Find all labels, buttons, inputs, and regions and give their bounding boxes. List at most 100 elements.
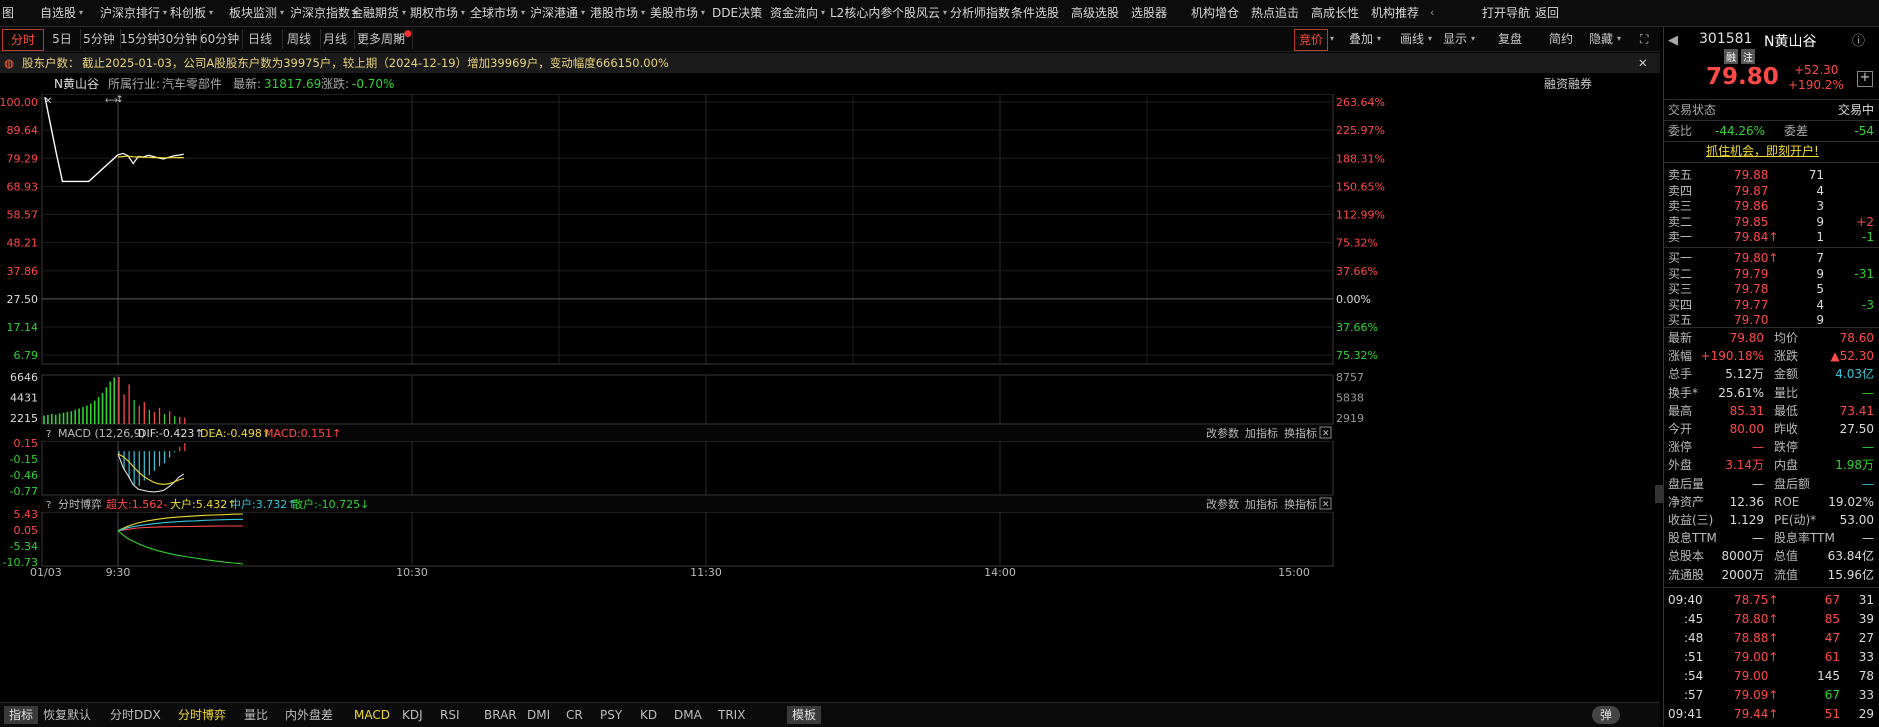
- notice-close-icon[interactable]: ✕: [1638, 53, 1648, 73]
- nav-item[interactable]: 资金流向: [770, 0, 818, 26]
- indicator-tab[interactable]: 分时DDX: [110, 706, 161, 724]
- toolbar-button[interactable]: 复盘: [1498, 29, 1522, 49]
- nav-item[interactable]: 热点追击: [1251, 0, 1299, 26]
- asks-row[interactable]: 卖一 79.84↑ 1 -1: [1664, 230, 1879, 245]
- indicator-tab[interactable]: CR: [566, 706, 583, 724]
- nav-item[interactable]: 图: [2, 0, 14, 26]
- toolbar-button[interactable]: 显示: [1443, 29, 1467, 49]
- nav-item[interactable]: 高成长性: [1311, 0, 1359, 26]
- indicator-tab[interactable]: 内外盘差: [285, 706, 333, 724]
- panel-action-button[interactable]: 改参数: [1206, 497, 1239, 511]
- indicator-tab[interactable]: DMA: [674, 706, 702, 724]
- toolbar-button[interactable]: 竞价: [1294, 29, 1329, 51]
- asks-row[interactable]: 卖三 79.86 3: [1664, 199, 1879, 214]
- indicator-tab[interactable]: KD: [640, 706, 657, 724]
- indicator-tab[interactable]: 模板: [787, 706, 822, 724]
- toolbar-button[interactable]: 叠加: [1349, 29, 1373, 49]
- indicator-tab[interactable]: MACD: [354, 706, 390, 724]
- nav-item[interactable]: DDE决策: [712, 0, 762, 26]
- indicator-tab[interactable]: RSI: [440, 706, 460, 724]
- nav-item[interactable]: 科创板: [170, 0, 206, 26]
- indicator-tab[interactable]: 分时博弈: [178, 706, 226, 724]
- nav-item[interactable]: L2核心内参: [830, 0, 892, 26]
- nav-item[interactable]: 个股风云: [892, 0, 940, 26]
- nav-item[interactable]: 选股器: [1131, 0, 1167, 26]
- panel-action-button[interactable]: 加指标: [1245, 497, 1278, 511]
- nav-item[interactable]: 返回: [1535, 0, 1559, 26]
- nav-item[interactable]: 条件选股: [1011, 0, 1059, 26]
- info-icon[interactable]: ⓘ: [1852, 30, 1865, 49]
- tick-row[interactable]: :54 79.00 145 78: [1664, 669, 1879, 684]
- tick-row[interactable]: 09:40 78.75↑ 67 31: [1664, 593, 1879, 608]
- toolbar-button[interactable]: 隐藏: [1589, 29, 1613, 49]
- indicator-tab[interactable]: BRAR: [484, 706, 517, 724]
- promo-row[interactable]: 抓住机会，即刻开户!: [1664, 144, 1879, 159]
- nav-item[interactable]: 全球市场: [470, 0, 518, 26]
- period-tab[interactable]: 5分钟: [78, 29, 121, 49]
- add-watchlist-icon[interactable]: +: [1857, 71, 1873, 87]
- nav-item[interactable]: 期权市场: [410, 0, 458, 26]
- nav-item[interactable]: 沪深京指数: [290, 0, 350, 26]
- period-tab[interactable]: 5日: [44, 29, 81, 49]
- panel-action-button[interactable]: 改参数: [1206, 426, 1239, 440]
- book-volume: 4: [1816, 297, 1824, 312]
- period-tab[interactable]: 日线: [238, 29, 283, 49]
- bids-row[interactable]: 买五 79.70 9: [1664, 313, 1879, 328]
- bids-row[interactable]: 买四 79.77 4 -3: [1664, 298, 1879, 313]
- nav-item[interactable]: 机构推荐: [1371, 0, 1419, 26]
- top-navigation-bar: 图自选股 ▾ 沪深京排行 ▾ 科创板 ▾ 板块监测 ▾ 沪深京指数 ▾ 金融期货 ▾ 期权市场 ▾ 全球市场…: [0, 0, 1879, 27]
- nav-item[interactable]: 高级选股: [1071, 0, 1119, 26]
- nav-item[interactable]: 港股市场: [590, 0, 638, 26]
- nav-item[interactable]: 自选股: [40, 0, 76, 26]
- indicator-tab[interactable]: PSY: [600, 706, 622, 724]
- asks-row[interactable]: 卖四 79.87 4: [1664, 184, 1879, 199]
- expand-icon[interactable]: ⛶: [1640, 29, 1648, 49]
- period-tab[interactable]: 周线: [278, 29, 321, 49]
- nav-item[interactable]: 分析师指数: [950, 0, 1010, 26]
- chart-panel-frame: [41, 440, 1334, 496]
- collapse-right-panel-handle[interactable]: [1655, 485, 1663, 503]
- game-line: [117, 518, 244, 532]
- panel-action-button[interactable]: 换指标: [1284, 497, 1317, 511]
- panel-action-button[interactable]: 换指标: [1284, 426, 1317, 440]
- nav-item[interactable]: 机构增仓: [1191, 0, 1239, 26]
- bids-row[interactable]: 买一 79.80↑ 7: [1664, 251, 1879, 266]
- industry-value[interactable]: 汽车零部件: [162, 74, 222, 94]
- period-tab[interactable]: 60分钟: [196, 29, 243, 49]
- period-tab[interactable]: 15分钟: [116, 29, 159, 49]
- panel-action-button[interactable]: 加指标: [1245, 426, 1278, 440]
- bids-row[interactable]: 买二 79.79 9 -31: [1664, 267, 1879, 282]
- stat-row: 涨幅 +190.18% 涨跌 ▲52.30: [1664, 349, 1879, 364]
- tick-price: 79.44↑: [1734, 707, 1779, 721]
- collapse-arrow-icon[interactable]: ◀: [1668, 33, 1678, 48]
- asks-row[interactable]: 卖二 79.85 9 +2: [1664, 215, 1879, 230]
- indicator-tab[interactable]: TRIX: [718, 706, 745, 724]
- period-tab[interactable]: 分时: [2, 29, 44, 51]
- nav-item[interactable]: 沪深京排行: [100, 0, 160, 26]
- indicator-tab[interactable]: KDJ: [402, 706, 423, 724]
- tick-row[interactable]: :51 79.00↑ 61 33: [1664, 650, 1879, 665]
- chart-area[interactable]: 100.00 263.64% 89.64 225.97% 79.29 188.31% 68.…: [0, 94, 1660, 702]
- indicator-tab[interactable]: DMI: [527, 706, 550, 724]
- stat-value: 19.02%: [1828, 494, 1874, 509]
- indicator-tab[interactable]: 指标: [4, 706, 39, 724]
- margin-trading-link[interactable]: 融资融券: [1544, 74, 1592, 94]
- tick-row[interactable]: :48 78.88↑ 47 27: [1664, 631, 1879, 646]
- indicator-tab[interactable]: 恢复默认: [43, 706, 91, 724]
- asks-row[interactable]: 卖五 79.88 71: [1664, 168, 1879, 183]
- indicator-tab[interactable]: 量比: [244, 706, 268, 724]
- tick-row[interactable]: :45 78.80↑ 85 39: [1664, 612, 1879, 627]
- toolbar-button[interactable]: 画线: [1400, 29, 1424, 49]
- tick-row[interactable]: 09:41 79.44↑ 51 29: [1664, 707, 1879, 722]
- popup-toggle[interactable]: 弹: [1592, 706, 1621, 724]
- nav-item[interactable]: 板块监测: [229, 0, 277, 26]
- tick-row[interactable]: :57 79.09↑ 67 33: [1664, 688, 1879, 703]
- nav-item[interactable]: 打开导航: [1482, 0, 1530, 26]
- nav-item[interactable]: 沪深港通: [530, 0, 578, 26]
- open-account-link[interactable]: 抓住机会，即刻开户!: [1706, 144, 1819, 159]
- period-tab[interactable]: 30分钟: [154, 29, 201, 49]
- bids-row[interactable]: 买三 79.78 5: [1664, 282, 1879, 297]
- toolbar-button[interactable]: 简约: [1549, 29, 1573, 49]
- nav-item[interactable]: 金融期货: [351, 0, 399, 26]
- nav-item[interactable]: 美股市场: [650, 0, 698, 26]
